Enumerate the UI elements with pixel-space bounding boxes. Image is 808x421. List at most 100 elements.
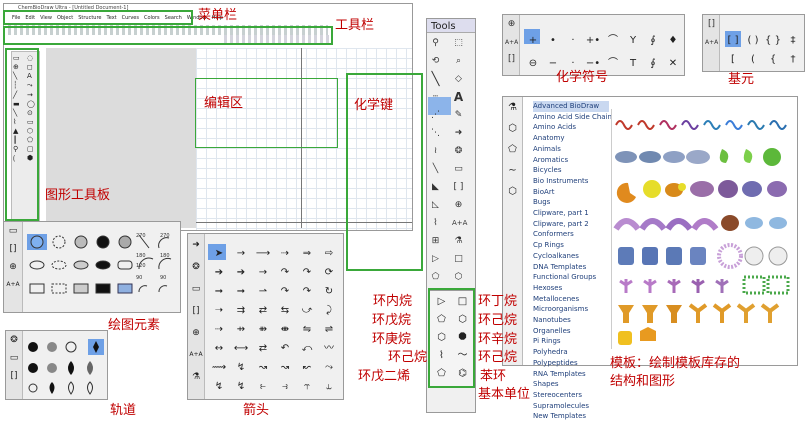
antibody-shape[interactable] [688,303,708,323]
arc-shape[interactable] [138,285,148,293]
cyclopentane-icon[interactable]: ⬠ [429,271,442,284]
membrane-shape[interactable] [767,181,787,197]
arrow-icon[interactable]: ↝ [252,358,274,377]
template-item[interactable]: New Templates [533,411,609,421]
arrow-icon[interactable]: ⟳ [318,263,340,282]
rounded-rect-shape[interactable] [117,260,133,270]
orbital-symbol[interactable]: ∮ [643,29,663,52]
arrow-icon[interactable]: → [230,244,252,263]
arrow-icon[interactable]: ➞ [230,282,252,301]
double-dagger[interactable]: ‡ [783,31,803,50]
receptor-shape[interactable] [619,279,633,293]
arrow-icon[interactable]: ➝ [208,301,230,320]
table-tool-icon[interactable]: ⊞ [429,235,442,248]
paren-pair[interactable]: ( ) [743,31,763,50]
receptor-shape[interactable] [643,279,657,293]
drawing-elements-icon[interactable]: ▭ [452,163,465,176]
arc-shape[interactable] [665,218,693,231]
arrow-icon[interactable]: ⥽ [274,377,296,396]
chem-symbol-icon[interactable]: ⊕ [452,199,465,212]
membrane-shape[interactable] [690,181,714,197]
arrow-icon[interactable]: ⇼ [274,320,296,339]
arrow-icon[interactable]: ⤳ [318,358,340,377]
marquee-icon[interactable]: ⬚ [452,37,465,50]
membrane-shape[interactable] [742,181,762,197]
circle-shape[interactable] [30,235,44,249]
p-orbital-icon[interactable] [68,361,74,375]
template-item[interactable]: Cycloalkanes [533,251,609,262]
dashed-circle-shape[interactable] [52,235,66,249]
arrow-icon[interactable]: ⥾ [296,377,318,396]
s-orbital-shaded[interactable] [47,342,57,352]
template-item[interactable]: Amino Acids [533,122,609,133]
square-bracket-left[interactable]: [ [723,50,743,69]
template-item[interactable]: RNA Templates [533,369,609,380]
gpcr-shape[interactable] [766,275,790,295]
template-item[interactable]: Functional Groups [533,272,609,283]
arrow-icon[interactable]: ↷ [274,263,296,282]
arrow-icon[interactable]: ↷ [296,263,318,282]
template-item[interactable]: DNA Templates [533,262,609,273]
ribosome-shape[interactable] [618,331,632,345]
framed-rect-shape[interactable] [117,283,133,294]
solid-bond-icon[interactable]: ╲ [429,73,442,86]
arc-shape[interactable] [158,285,168,293]
bold-bond-icon[interactable]: ╲ [429,163,442,176]
antibody-shape[interactable] [666,305,682,323]
arrow-icon[interactable]: ⇨ [318,244,340,263]
arrow-tool-icon[interactable]: ➜ [452,127,465,140]
vesicle-shape[interactable] [769,217,787,229]
template-item[interactable]: Cp Rings [533,240,609,251]
arrow-icon[interactable]: ⥿ [318,377,340,396]
template-item[interactable]: Hexoses [533,283,609,294]
brace-left[interactable]: { [763,50,783,69]
micelle-shape[interactable] [717,243,743,269]
receptor-shape[interactable] [691,279,705,293]
arrow-icon[interactable]: ⟿ [208,358,230,377]
eraser-icon[interactable]: ◇ [452,73,465,86]
arc-symbol[interactable]: ⌒ [603,29,623,52]
arrow-icon[interactable]: ⇒ [296,244,318,263]
protein-shape[interactable] [640,327,656,341]
arrow-icon[interactable]: ⇸ [230,320,252,339]
radical-symbol[interactable]: • [543,29,563,52]
protein-blob[interactable] [639,151,661,163]
antibody-shape[interactable] [642,305,658,323]
template-item[interactable]: Stereocenters [533,390,609,401]
arc-shape[interactable] [639,218,667,231]
bond-symbol[interactable]: T [623,52,643,75]
protein-blob[interactable] [686,150,710,164]
s-orbital-hollow[interactable] [65,341,77,353]
antibody-shape[interactable] [736,303,756,323]
channel-shape[interactable] [666,247,682,265]
arrow-icon[interactable]: ↯ [208,377,230,396]
dagger[interactable]: † [783,50,803,69]
template-item[interactable]: Polypeptides [533,358,609,369]
cell-shape[interactable] [763,148,781,166]
rotate-icon[interactable]: ⟲ [429,55,442,68]
text-tool-icon[interactable]: A [452,91,465,104]
arrow-icon[interactable]: ⤺ [296,339,318,358]
arc-shape[interactable] [613,218,641,231]
arrow-icon[interactable]: ⇄ [252,301,274,320]
arrow-icon[interactable]: ⇆ [274,301,296,320]
arrow-icon[interactable]: → [252,263,274,282]
s-orbital-shaded[interactable] [47,363,57,373]
filled-rect-shape[interactable] [95,283,111,294]
sphere-shape[interactable] [678,183,686,191]
channel-shape[interactable] [642,247,658,265]
filled-ellipse-shape[interactable] [95,260,111,270]
antibody-shape[interactable] [618,305,634,323]
membrane-shape[interactable] [718,180,738,198]
paren-left[interactable]: ( [743,50,763,69]
arrow-icon[interactable]: ➤ [208,244,230,263]
channel-shape[interactable] [690,247,706,265]
arrow-icon[interactable]: ↝ [274,358,296,377]
template-item[interactable]: Aromatics [533,155,609,166]
arrow-icon[interactable]: ⟶ [252,244,274,263]
arc-shape[interactable] [691,218,719,231]
arrow-icon[interactable]: ⥼ [252,377,274,396]
template-item[interactable]: Supramolecules [533,401,609,412]
arrow-icon[interactable]: ⤻ [296,301,318,320]
hashed-wedge-icon[interactable]: ⋱ [429,127,442,140]
